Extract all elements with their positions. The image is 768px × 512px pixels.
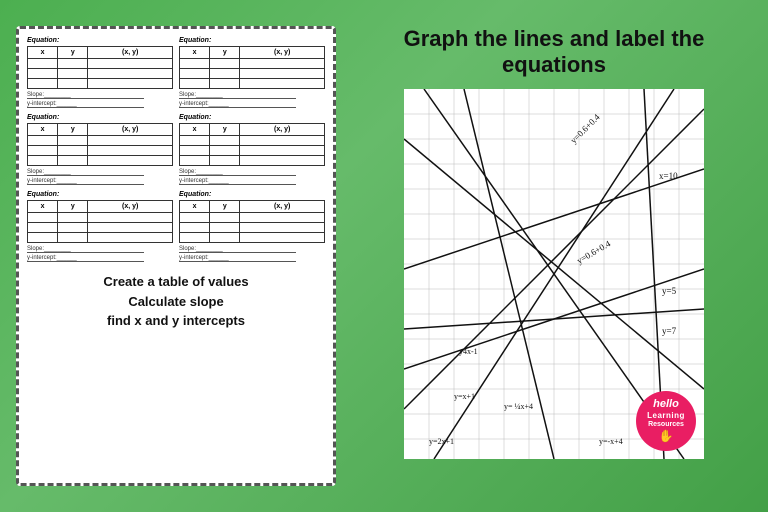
table-row <box>28 156 173 166</box>
svg-text:x=10: x=10 <box>659 171 678 181</box>
col-x-2: x <box>180 47 210 59</box>
equation-table-5: x y (x, y) <box>27 200 173 243</box>
equation-table-1: x y (x, y) <box>27 46 173 89</box>
table-row <box>28 69 173 79</box>
graph-image: y=0.6+0.4 x=10 y=0.6+0.4 y=5 y=7 y4x-1 y… <box>404 89 704 459</box>
col-y-4: y <box>210 124 240 136</box>
intercept-label-4: y-intercept:______ <box>179 178 296 185</box>
svg-text:y4x-1: y4x-1 <box>459 347 478 356</box>
table-row <box>28 146 173 156</box>
instruction-line-2: Calculate slope <box>27 292 325 312</box>
worksheet-row-2: Equation: x y (x, y) Slope:________ y-in… <box>27 114 325 185</box>
table-row <box>28 213 173 223</box>
col-xy-6: (x, y) <box>240 201 325 213</box>
intercept-label-1: y-intercept:______ <box>27 101 144 108</box>
equation-box-6: Equation: x y (x, y) Slope:________ y-in… <box>179 191 325 262</box>
table-row <box>180 213 325 223</box>
svg-text:y=-x+4: y=-x+4 <box>599 437 623 446</box>
table-row <box>180 146 325 156</box>
col-y-6: y <box>210 201 240 213</box>
col-xy-1: (x, y) <box>88 47 173 59</box>
col-x-6: x <box>180 201 210 213</box>
equation-box-5: Equation: x y (x, y) Slope:________ y-in… <box>27 191 173 262</box>
equation-table-4: x y (x, y) <box>179 123 325 166</box>
resources-text: Resources <box>648 421 684 429</box>
svg-text:y=2x+1: y=2x+1 <box>429 437 454 446</box>
equation-box-2: Equation: x y (x, y) Slope:________ y-in… <box>179 37 325 108</box>
intercept-label-6: y-intercept:______ <box>179 255 296 262</box>
table-row <box>180 233 325 243</box>
svg-text:y=0.6+0.4: y=0.6+0.4 <box>575 238 613 265</box>
hello-learning-badge: hello Learning Resources ✋ <box>636 391 696 451</box>
col-y-5: y <box>58 201 88 213</box>
learning-text: Learning <box>647 411 685 421</box>
intercept-label-3: y-intercept:______ <box>27 178 144 185</box>
equation-label-2: Equation: <box>179 37 325 44</box>
worksheet-row-3: Equation: x y (x, y) Slope:________ y-in… <box>27 191 325 262</box>
table-row <box>28 223 173 233</box>
equation-label-1: Equation: <box>27 37 173 44</box>
svg-text:y= ¼x+4: y= ¼x+4 <box>504 402 533 411</box>
graph-title: Graph the lines and label the equations <box>356 26 752 79</box>
col-x-4: x <box>180 124 210 136</box>
slope-label-6: Slope:________ <box>179 246 296 253</box>
svg-text:y=x+1: y=x+1 <box>454 392 475 401</box>
svg-text:y=7: y=7 <box>662 326 677 336</box>
equation-box-1: Equation: x y (x, y) Slope:________ y-in… <box>27 37 173 108</box>
col-xy-5: (x, y) <box>88 201 173 213</box>
table-row <box>180 223 325 233</box>
svg-text:y=5: y=5 <box>662 286 677 296</box>
slope-label-3: Slope:________ <box>27 169 144 176</box>
intercept-label-2: y-intercept:______ <box>179 101 296 108</box>
svg-text:y=0.6+0.4: y=0.6+0.4 <box>568 112 602 146</box>
col-x-5: x <box>28 201 58 213</box>
slope-label-2: Slope:________ <box>179 92 296 99</box>
right-panel: Graph the lines and label the equations <box>356 26 752 486</box>
table-row <box>180 156 325 166</box>
col-xy-2: (x, y) <box>240 47 325 59</box>
worksheet-panel: Equation: x y (x, y) Slope:________ y-in… <box>16 26 336 486</box>
col-xy-3: (x, y) <box>88 124 173 136</box>
col-y-1: y <box>58 47 88 59</box>
equation-label-5: Equation: <box>27 191 173 198</box>
equation-table-2: x y (x, y) <box>179 46 325 89</box>
equation-label-3: Equation: <box>27 114 173 121</box>
equation-table-3: x y (x, y) <box>27 123 173 166</box>
table-row <box>28 136 173 146</box>
col-x-1: x <box>28 47 58 59</box>
slope-label-4: Slope:________ <box>179 169 296 176</box>
equation-box-3: Equation: x y (x, y) Slope:________ y-in… <box>27 114 173 185</box>
equation-box-4: Equation: x y (x, y) Slope:________ y-in… <box>179 114 325 185</box>
equation-label-6: Equation: <box>179 191 325 198</box>
col-y-2: y <box>210 47 240 59</box>
col-xy-4: (x, y) <box>240 124 325 136</box>
table-row <box>180 69 325 79</box>
hello-text: hello <box>653 398 679 411</box>
hand-icon: ✋ <box>659 429 674 443</box>
col-y-3: y <box>58 124 88 136</box>
instruction-line-1: Create a table of values <box>27 272 325 292</box>
instruction-line-3: find x and y intercepts <box>27 311 325 331</box>
slope-label-5: Slope:________ <box>27 246 144 253</box>
worksheet-row-1: Equation: x y (x, y) Slope:________ y-in… <box>27 37 325 108</box>
table-row <box>180 136 325 146</box>
table-row <box>180 59 325 69</box>
table-row <box>28 233 173 243</box>
equation-label-4: Equation: <box>179 114 325 121</box>
table-row <box>28 79 173 89</box>
table-row <box>180 79 325 89</box>
slope-label-1: Slope:________ <box>27 92 144 99</box>
equation-table-6: x y (x, y) <box>179 200 325 243</box>
intercept-label-5: y-intercept:______ <box>27 255 144 262</box>
bottom-instructions: Create a table of values Calculate slope… <box>27 272 325 331</box>
table-row <box>28 59 173 69</box>
col-x-3: x <box>28 124 58 136</box>
